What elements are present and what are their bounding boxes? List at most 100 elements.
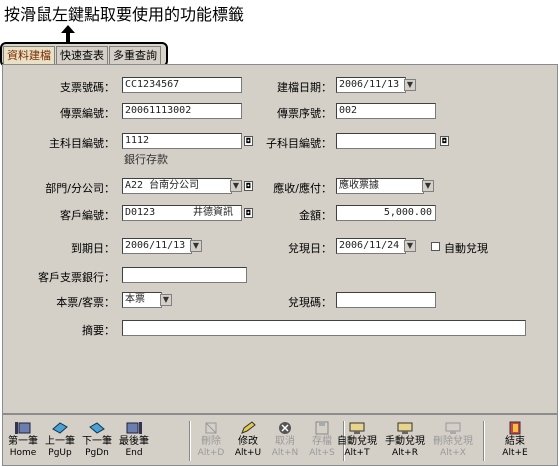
sub-account-field[interactable] [336, 133, 436, 149]
prev-record-icon [52, 422, 68, 434]
bottom-toolbar: 第一筆 Home 上一筆 PgUp 下一筆 PgDn 最後筆 End 刪除 Al… [2, 414, 558, 466]
cash-date-label: 兌現日： [288, 242, 332, 255]
first-record-icon [15, 422, 31, 434]
toolbar-separator [189, 421, 191, 461]
bank-field[interactable] [122, 267, 247, 283]
dept-label: 部門/分公司： [45, 182, 115, 195]
save-shortcut: Alt+S [309, 448, 335, 458]
auto-cash-button[interactable]: 自動兌現 Alt+T [333, 419, 381, 463]
next-record-icon [89, 422, 105, 434]
prev-record-button[interactable]: 上一筆 PgUp [42, 419, 78, 463]
auto-cash-label: 自動兌現 [444, 242, 488, 255]
delete-cash-shortcut: Alt+X [440, 448, 466, 458]
created-date-dropdown-icon[interactable]: ▼ [404, 79, 416, 91]
edit-button[interactable]: 修改 Alt+U [230, 419, 266, 463]
recv-pay-label: 應收/應付： [273, 182, 332, 195]
cancel-button[interactable]: 取消 Alt+N [267, 419, 303, 463]
last-record-shortcut: End [125, 448, 143, 458]
main-account-label: 主科目編號： [49, 137, 115, 150]
tab-multi-query[interactable]: 多重查詢 [109, 46, 161, 65]
manual-cash-shortcut: Alt+R [392, 448, 418, 458]
auto-cash-icon [349, 422, 365, 434]
next-record-button[interactable]: 下一筆 PgDn [79, 419, 115, 463]
voucher-no-field[interactable]: 20061113002 [122, 103, 242, 119]
customer-code: D0123 [125, 207, 156, 218]
instruction-annotation: 按滑鼠左鍵點取要使用的功能標籤 [4, 5, 245, 24]
check-no-field[interactable]: CC1234567 [122, 77, 242, 93]
manual-cash-button[interactable]: 手動兌現 Alt+R [381, 419, 429, 463]
tab-quick-lookup[interactable]: 快速查表 [56, 46, 108, 65]
main-account-lookup-icon[interactable]: ◘ [244, 136, 253, 146]
toolbar-separator [483, 421, 485, 461]
bank-label: 客戶支票銀行： [38, 271, 115, 284]
cancel-icon [279, 422, 291, 434]
prev-record-label: 上一筆 [45, 436, 75, 447]
due-date-label: 到期日： [71, 242, 115, 255]
delete-icon [205, 422, 217, 434]
edit-label: 修改 [238, 436, 258, 447]
created-date-field[interactable]: 2006/11/13 [336, 77, 406, 93]
sub-account-lookup-icon[interactable]: ◘ [440, 136, 449, 146]
check-type-dropdown-icon[interactable]: ▼ [160, 294, 172, 306]
delete-cash-button[interactable]: 刪除兌現 Alt+X [429, 419, 477, 463]
first-record-shortcut: Home [9, 448, 37, 458]
exit-label: 結束 [505, 436, 525, 447]
exit-button[interactable]: 結束 Alt+E [497, 419, 533, 463]
delete-cash-label: 刪除兌現 [433, 436, 473, 447]
check-type-label: 本票/客票： [56, 296, 115, 309]
exit-shortcut: Alt+E [502, 448, 528, 458]
manual-cash-label: 手動兌現 [385, 436, 425, 447]
recv-pay-field[interactable]: 應收票據 [336, 178, 424, 194]
auto-cash-shortcut: Alt+T [344, 448, 370, 458]
memo-field[interactable] [122, 320, 526, 336]
created-date-label: 建檔日期： [277, 81, 332, 94]
delete-cash-icon [445, 422, 461, 434]
dept-dropdown-icon[interactable]: ▼ [230, 180, 242, 192]
auto-cash-checkbox[interactable] [431, 242, 440, 251]
edit-icon [241, 421, 256, 434]
due-date-field[interactable]: 2006/11/13 [122, 238, 192, 254]
sub-account-label: 子科目編號： [266, 137, 332, 150]
main-account-field[interactable]: 1112 [122, 133, 242, 149]
prev-record-shortcut: PgUp [48, 448, 72, 458]
amount-field[interactable]: 5,000.00 [336, 205, 436, 221]
cash-code-field[interactable] [336, 292, 436, 308]
cash-date-field[interactable]: 2006/11/24 [336, 238, 406, 254]
last-record-icon [126, 422, 142, 434]
dept-field[interactable]: A22 台南分公司 [122, 178, 232, 194]
check-no-label: 支票號碼： [60, 81, 115, 94]
exit-icon [509, 421, 521, 435]
customer-lookup-icon[interactable]: ◘ [244, 208, 253, 218]
first-record-label: 第一筆 [8, 436, 38, 447]
first-record-button[interactable]: 第一筆 Home [5, 419, 41, 463]
customer-name: 井德資訊 [193, 207, 233, 218]
data-entry-panel: 支票號碼： CC1234567 建檔日期： 2006/11/13 ▼ 傳票編號：… [2, 64, 558, 414]
last-record-button[interactable]: 最後筆 End [116, 419, 152, 463]
manual-cash-icon [397, 422, 413, 434]
save-label: 存檔 [312, 436, 332, 447]
next-record-label: 下一筆 [82, 436, 112, 447]
cash-date-dropdown-icon[interactable]: ▼ [404, 240, 416, 252]
delete-shortcut: Alt+D [197, 448, 225, 458]
next-record-shortcut: PgDn [85, 448, 109, 458]
cancel-label: 取消 [275, 436, 295, 447]
tab-data-entry[interactable]: 資料建檔 [3, 46, 55, 65]
dept-lookup-icon[interactable]: ◘ [244, 181, 253, 191]
cancel-shortcut: Alt+N [271, 448, 299, 458]
save-icon [315, 421, 329, 435]
due-date-dropdown-icon[interactable]: ▼ [190, 240, 202, 252]
memo-label: 摘要： [82, 324, 115, 337]
main-account-desc: 銀行存款 [124, 153, 168, 166]
check-type-field[interactable]: 本票 [122, 292, 162, 308]
customer-label: 客戶編號： [60, 209, 115, 222]
voucher-seq-field[interactable]: 002 [336, 103, 436, 119]
voucher-seq-label: 傳票序號： [277, 107, 332, 120]
auto-cash-label: 自動兌現 [337, 436, 377, 447]
delete-label: 刪除 [201, 436, 221, 447]
delete-button[interactable]: 刪除 Alt+D [193, 419, 229, 463]
recv-pay-dropdown-icon[interactable]: ▼ [422, 180, 434, 192]
last-record-label: 最後筆 [119, 436, 149, 447]
cash-code-label: 兌現碼： [288, 296, 332, 309]
customer-field[interactable]: D0123 井德資訊 [122, 205, 242, 221]
amount-label: 金額： [299, 209, 332, 222]
